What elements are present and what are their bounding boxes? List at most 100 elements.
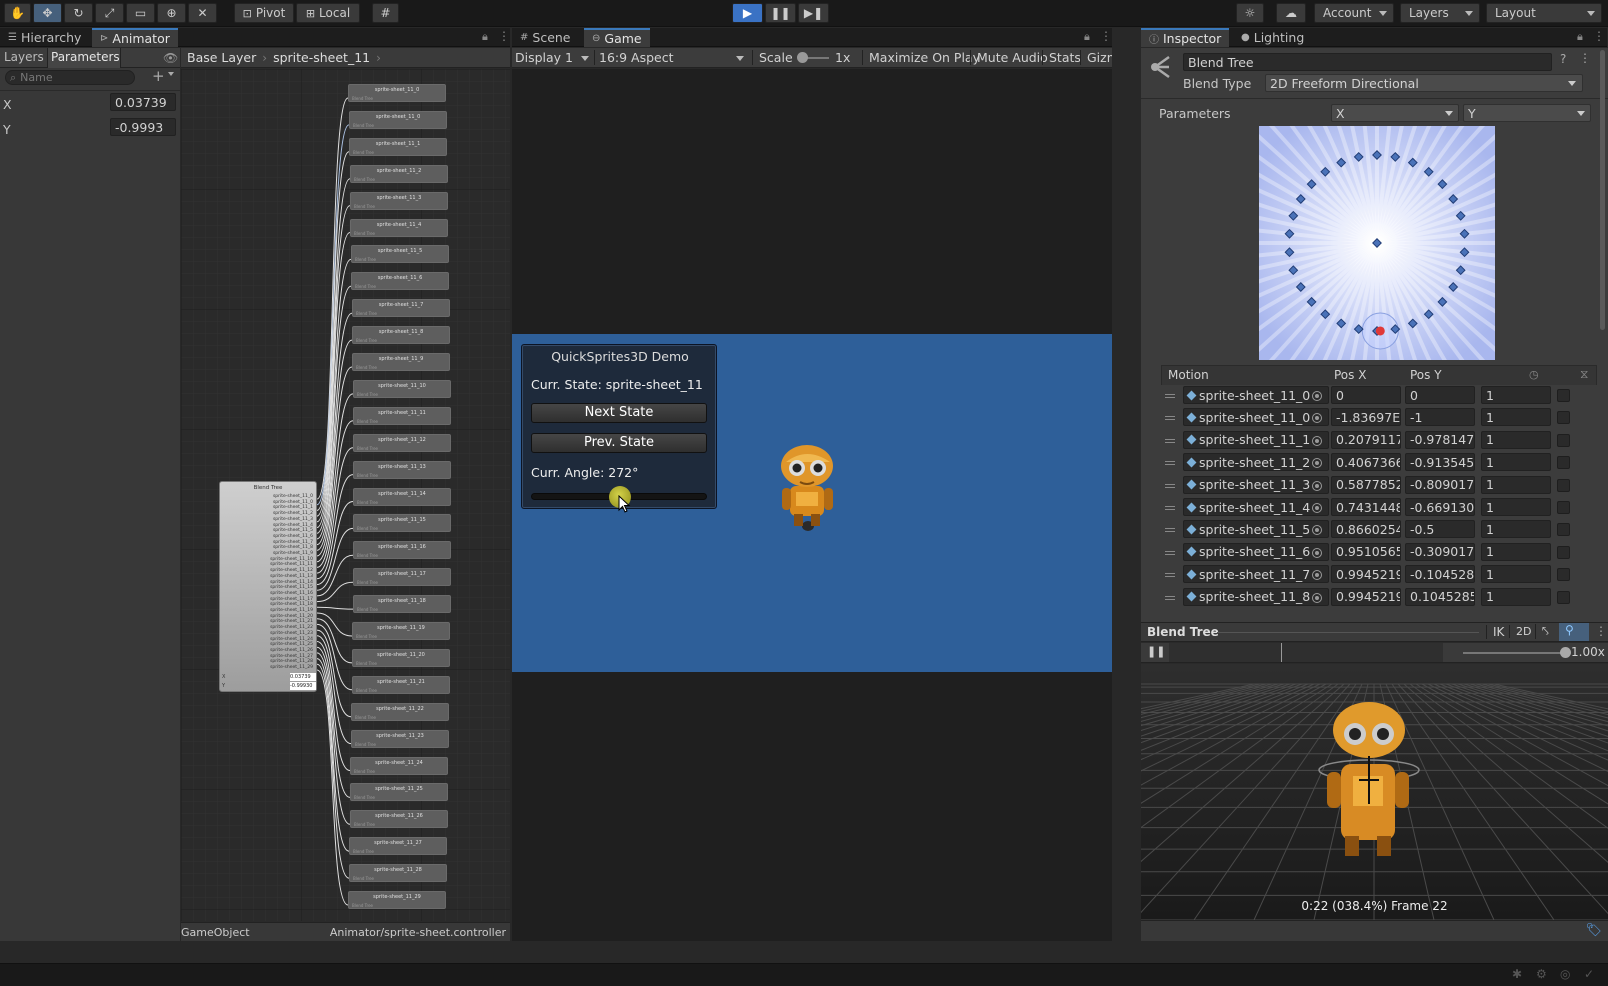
motion-node[interactable]: sprite-sheet_11_15 Blend Tree <box>353 514 451 533</box>
help-icon[interactable]: ? <box>1560 52 1566 66</box>
tab-scene[interactable]: # Scene <box>512 28 579 47</box>
pos-x-field[interactable]: -1.83697E- <box>1331 408 1401 427</box>
time-scale-field[interactable]: 1 <box>1481 430 1551 449</box>
game-screen[interactable]: QuickSprites3D Demo Curr. State: sprite-… <box>512 334 1112 672</box>
inspector-scrollbar[interactable] <box>1600 50 1605 330</box>
motion-field[interactable]: sprite-sheet_11_8 <box>1183 587 1329 606</box>
object-picker-icon[interactable] <box>1312 435 1322 446</box>
mirror-checkbox[interactable] <box>1557 411 1570 425</box>
mirror-checkbox[interactable] <box>1557 501 1570 514</box>
motion-node[interactable]: sprite-sheet_11_25 Blend Tree <box>350 783 448 802</box>
blend-tree-x-field[interactable]: 0.03739 <box>290 673 316 681</box>
scale-slider-knob[interactable] <box>797 52 808 63</box>
motion-field[interactable]: sprite-sheet_11_2 <box>1183 453 1329 472</box>
kebab-menu-icon[interactable]: ⋮ <box>1593 29 1605 43</box>
pos-x-field[interactable]: 0.5877852 <box>1331 475 1401 494</box>
object-picker-icon[interactable] <box>1312 592 1322 603</box>
pos-x-field[interactable]: 0.9510565 <box>1331 542 1401 561</box>
ik-toggle[interactable]: IK <box>1486 625 1504 639</box>
motion-node[interactable]: sprite-sheet_11_8 Blend Tree <box>352 326 450 345</box>
motion-node[interactable]: sprite-sheet_11_14 Blend Tree <box>353 487 451 506</box>
blend-type-dropdown[interactable]: 2D Freeform Directional <box>1265 74 1583 92</box>
blend-tree-name-field[interactable]: Blend Tree <box>1183 53 1552 71</box>
pivot-toggle[interactable]: ⊡ Pivot <box>234 3 294 23</box>
maximize-on-play-toggle[interactable]: Maximize On Play <box>862 50 980 65</box>
speed-slider-knob[interactable] <box>1560 647 1571 658</box>
mirror-checkbox[interactable] <box>1557 590 1570 604</box>
drag-handle-icon[interactable] <box>1165 394 1175 395</box>
time-scale-field[interactable]: 1 <box>1481 498 1551 516</box>
kebab-menu-icon[interactable]: ⋮ <box>1100 29 1112 43</box>
2d-toggle[interactable]: 2D <box>1509 625 1531 638</box>
motion-field[interactable]: sprite-sheet_11_4 <box>1183 498 1329 516</box>
object-picker-icon[interactable] <box>1312 458 1322 469</box>
motion-node[interactable]: sprite-sheet_11_1 Blend Tree <box>349 137 447 156</box>
param-x-dropdown[interactable]: X <box>1331 104 1459 122</box>
preview-timeline[interactable] <box>1169 643 1443 662</box>
motion-node[interactable]: sprite-sheet_11_28 Blend Tree <box>349 864 447 883</box>
pos-x-field[interactable]: 0.9945219 <box>1331 587 1401 606</box>
motion-node[interactable]: sprite-sheet_11_13 Blend Tree <box>353 460 451 479</box>
param-x-value[interactable]: 0.03739 <box>110 93 176 111</box>
pos-y-field[interactable]: -0.6691306 <box>1405 498 1475 516</box>
pos-x-field[interactable]: 0.7431448 <box>1331 498 1401 516</box>
object-picker-icon[interactable] <box>1312 525 1322 536</box>
breadcrumb-base-layer[interactable]: Base Layer <box>181 50 256 65</box>
time-scale-field[interactable]: 1 <box>1481 408 1551 427</box>
services-button[interactable]: ☼ <box>1236 3 1264 23</box>
preview-pause-button[interactable]: ❚❚ <box>1147 645 1165 658</box>
pos-x-field[interactable]: 0.9945219 <box>1331 565 1401 584</box>
aspect-dropdown[interactable]: 16:9 Aspect <box>594 50 744 65</box>
debug-icon[interactable]: ⚙ <box>1536 967 1547 981</box>
pos-y-field[interactable]: 0 <box>1405 386 1475 404</box>
lock-icon[interactable]: 🔒︎ <box>1084 30 1090 44</box>
object-picker-icon[interactable] <box>1312 391 1322 401</box>
3d-preview-viewport[interactable] <box>1141 664 1608 920</box>
add-parameter-dropdown-icon[interactable] <box>168 72 174 79</box>
pos-x-field[interactable]: 0.2079117 <box>1331 430 1401 449</box>
object-picker-icon[interactable] <box>1312 570 1322 581</box>
motion-node[interactable]: sprite-sheet_11_0 Blend Tree <box>348 84 446 102</box>
motion-node[interactable]: sprite-sheet_11_19 Blend Tree <box>352 622 450 640</box>
mirror-checkbox[interactable] <box>1557 568 1570 582</box>
mirror-checkbox[interactable] <box>1557 456 1570 470</box>
motion-node[interactable]: sprite-sheet_11_7 Blend Tree <box>352 299 450 318</box>
drag-handle-icon[interactable] <box>1165 506 1175 507</box>
motion-node[interactable]: sprite-sheet_11_27 Blend Tree <box>349 837 447 856</box>
tab-inspector[interactable]: ⓘ Inspector <box>1141 28 1230 47</box>
rotate-tool-button[interactable]: ↻ <box>64 3 93 23</box>
motion-node[interactable]: sprite-sheet_11_24 Blend Tree <box>350 756 448 775</box>
time-scale-field[interactable]: 1 <box>1481 587 1551 606</box>
motion-field[interactable]: sprite-sheet_11_3 <box>1183 475 1329 494</box>
progress-icon[interactable]: ◎ <box>1560 967 1570 981</box>
pos-x-field[interactable]: 0 <box>1331 386 1401 404</box>
pos-y-field[interactable]: -0.9135454 <box>1405 453 1475 472</box>
motion-field[interactable]: sprite-sheet_11_6 <box>1183 542 1329 561</box>
time-scale-field[interactable]: 1 <box>1481 475 1551 494</box>
motion-node[interactable]: sprite-sheet_11_23 Blend Tree <box>351 729 449 748</box>
motion-field[interactable]: sprite-sheet_11_0 <box>1183 408 1329 427</box>
parameter-search-input[interactable]: ⌕ Name <box>5 70 135 85</box>
time-scale-field[interactable]: 1 <box>1481 386 1551 404</box>
object-picker-icon[interactable] <box>1312 413 1322 424</box>
timeline-playhead[interactable] <box>1281 643 1282 662</box>
pos-x-field[interactable]: 0.4067366 <box>1331 453 1401 472</box>
tab-parameters[interactable]: Parameters <box>47 47 121 68</box>
tab-layers[interactable]: Layers <box>0 48 47 68</box>
move-tool-button[interactable]: ✥ <box>33 3 62 23</box>
lock-icon[interactable]: 🔒︎ <box>482 30 488 44</box>
motion-node[interactable]: sprite-sheet_11_11 Blend Tree <box>353 406 451 425</box>
drag-handle-icon[interactable] <box>1165 573 1175 575</box>
mirror-checkbox[interactable] <box>1557 433 1570 447</box>
motion-node[interactable]: sprite-sheet_11_12 Blend Tree <box>353 433 451 452</box>
transform-tool-button[interactable]: ⊕ <box>157 3 186 23</box>
tab-hierarchy[interactable]: ☰ Hierarchy <box>0 28 89 47</box>
pos-y-field[interactable]: -0.809017 <box>1405 475 1475 494</box>
layout-dropdown[interactable]: Layout <box>1486 3 1602 23</box>
drag-handle-icon[interactable] <box>1165 483 1175 485</box>
motion-node[interactable]: sprite-sheet_11_17 Blend Tree <box>353 568 451 587</box>
avatar-preview-icon[interactable]: ⚲ <box>1559 623 1589 641</box>
drag-handle-icon[interactable] <box>1165 438 1175 440</box>
speed-slider-track[interactable] <box>1463 647 1571 658</box>
rect-tool-button[interactable]: ▭ <box>126 3 155 23</box>
